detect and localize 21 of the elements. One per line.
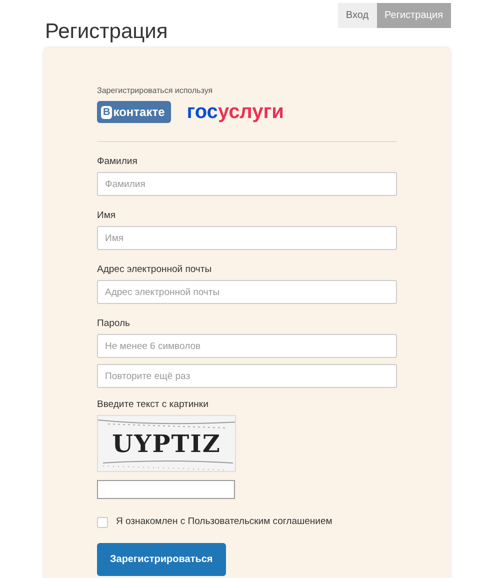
page-title: Регистрация — [45, 19, 168, 45]
vk-logo-button[interactable]: В контакте — [97, 101, 171, 123]
input-field[interactable]: Адрес электронной почты — [97, 280, 397, 304]
register-button[interactable]: Зарегистрироваться — [97, 543, 226, 576]
input-field[interactable]: Фамилия — [97, 172, 397, 196]
field-label: Адрес электронной почты — [97, 264, 213, 276]
field-label: Фамилия — [97, 156, 138, 168]
agreement-checkbox[interactable] — [97, 516, 108, 528]
captcha-image: UYPTIZ — [97, 415, 236, 472]
input-field[interactable]: Повторите ещё раз — [97, 364, 397, 388]
captcha-input[interactable] — [97, 480, 235, 499]
captcha-label: Введите текст с картинки — [97, 399, 210, 411]
field-label: Пароль — [97, 318, 131, 330]
tab[interactable]: Вход — [338, 3, 377, 28]
input-field[interactable]: Не менее 6 символов — [97, 334, 397, 358]
agreement-text: Я ознакомлен с Пользовательским соглашением — [116, 515, 332, 529]
input-field[interactable]: Имя — [97, 226, 397, 250]
social-caption: Зарегистрироваться используя — [97, 85, 214, 97]
agreement-link[interactable]: Пользовательским соглашением — [188, 516, 332, 527]
gosuslugi-logo-button[interactable]: госуслуги — [186, 101, 284, 123]
field-label: Имя — [97, 210, 117, 222]
